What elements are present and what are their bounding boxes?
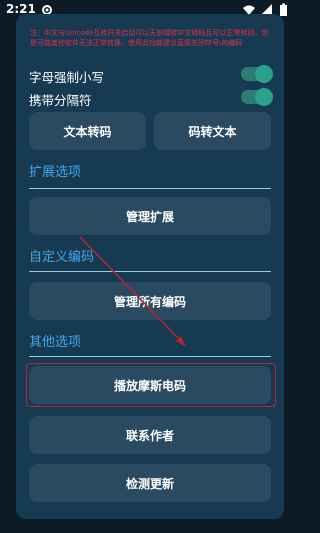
play-morse-button[interactable]: 播放摩斯电码 bbox=[29, 366, 271, 404]
manage-all-codes-button[interactable]: 管理所有编码 bbox=[29, 282, 271, 320]
section-divider bbox=[29, 356, 271, 357]
check-update-button[interactable]: 检测更新 bbox=[29, 464, 271, 502]
section-title-other-options: 其他选项 bbox=[29, 335, 82, 350]
text-encode-button[interactable]: 文本转码 bbox=[29, 112, 146, 150]
battery-icon bbox=[279, 3, 288, 17]
code-to-text-button[interactable]: 码转文本 bbox=[154, 112, 271, 150]
toggle-label-separator: 携带分隔符 bbox=[29, 93, 92, 108]
toggle-knob bbox=[255, 88, 273, 106]
toggle-switch-lowercase[interactable] bbox=[241, 65, 273, 83]
section-title-custom-encoding: 自定义编码 bbox=[29, 250, 95, 265]
section-divider bbox=[29, 188, 271, 189]
section-title-extensions: 扩展选项 bbox=[29, 165, 82, 180]
manage-extensions-button[interactable]: 管理扩展 bbox=[29, 197, 271, 235]
toggle-knob bbox=[255, 65, 273, 83]
toggle-label-lowercase: 字母强制小写 bbox=[29, 70, 105, 85]
contact-author-button[interactable]: 联系作者 bbox=[29, 416, 271, 454]
section-divider bbox=[29, 271, 271, 272]
settings-card: 注：中文与Unicode互转开关启动可以无前缀转中文转码且可以正常转回，但是可能… bbox=[16, 14, 284, 519]
toggle-row-lowercase: 字母强制小写 bbox=[29, 65, 273, 85]
warning-text: 注：中文与Unicode互转开关启动可以无前缀转中文转码且可以正常转回，但是可能… bbox=[30, 29, 269, 47]
toggle-row-separator: 携带分隔符 bbox=[29, 88, 273, 108]
toggle-switch-separator[interactable] bbox=[241, 88, 273, 106]
